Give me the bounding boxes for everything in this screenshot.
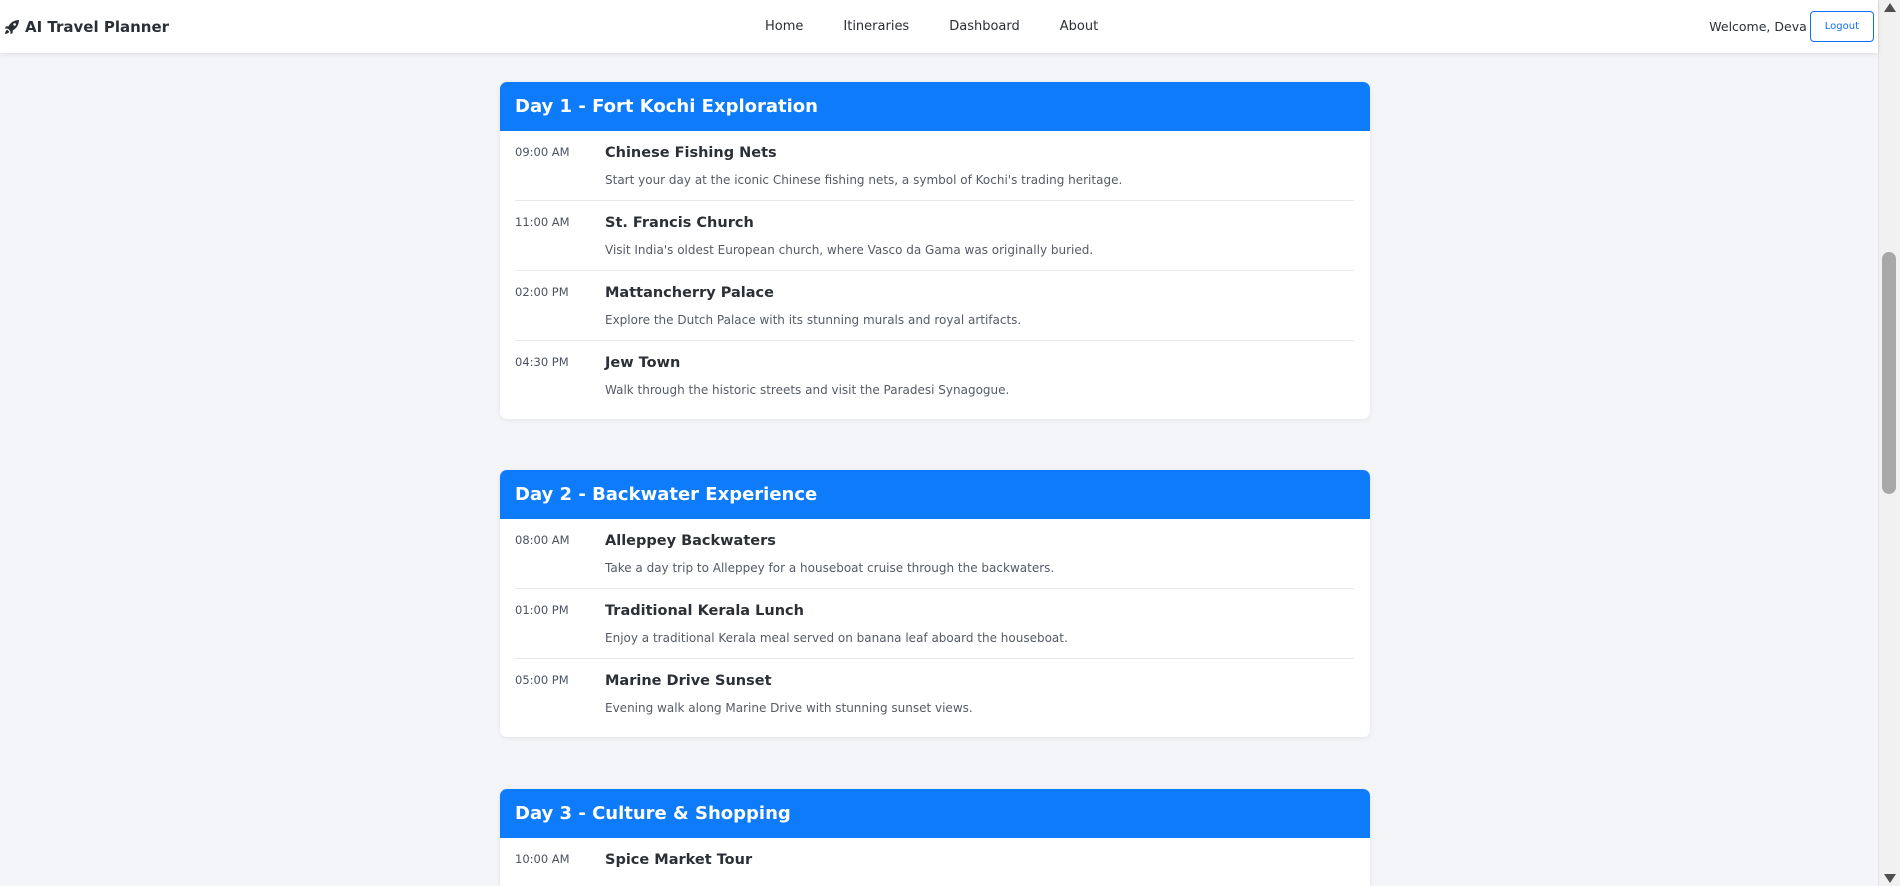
activity-description: Take a day trip to Alleppey for a houseb…	[605, 561, 1055, 575]
activity-item: 05:00 PM Marine Drive Sunset Evening wal…	[515, 659, 1354, 737]
activity-item: 01:00 PM Traditional Kerala Lunch Enjoy …	[515, 589, 1354, 659]
activity-title: Spice Market Tour	[605, 852, 753, 868]
activity-item: 10:00 AM Spice Market Tour	[515, 838, 1354, 886]
nav-dashboard[interactable]: Dashboard	[949, 19, 1020, 34]
activity-time: 08:00 AM	[515, 533, 570, 547]
activity-time: 09:00 AM	[515, 145, 570, 159]
activity-time: 01:00 PM	[515, 603, 569, 617]
nav-itineraries[interactable]: Itineraries	[843, 19, 909, 34]
scrollbar-thumb[interactable]	[1882, 252, 1896, 494]
day-card-2: Day 2 - Backwater Experience 08:00 AM Al…	[500, 470, 1370, 737]
scroll-down-arrow-icon[interactable]	[1884, 874, 1896, 883]
activity-time: 04:30 PM	[515, 355, 569, 369]
activity-item: 02:00 PM Mattancherry Palace Explore the…	[515, 271, 1354, 341]
activity-item: 04:30 PM Jew Town Walk through the histo…	[515, 341, 1354, 419]
welcome-text: Welcome, Deva	[1709, 19, 1807, 34]
activity-description: Visit India's oldest European church, wh…	[605, 243, 1094, 257]
day-title: Day 3 - Culture & Shopping	[515, 803, 791, 824]
user-area: Welcome, Deva Logout	[1709, 0, 1874, 53]
activity-title: St. Francis Church	[605, 215, 754, 231]
activity-time: 02:00 PM	[515, 285, 569, 299]
activity-title: Alleppey Backwaters	[605, 533, 776, 549]
day-card-1: Day 1 - Fort Kochi Exploration 09:00 AM …	[500, 82, 1370, 419]
activity-title: Jew Town	[605, 355, 681, 371]
scroll-up-arrow-icon[interactable]	[1884, 3, 1896, 12]
activity-description: Start your day at the iconic Chinese fis…	[605, 173, 1123, 187]
logout-button[interactable]: Logout	[1809, 11, 1874, 42]
activity-time: 11:00 AM	[515, 215, 570, 229]
activity-description: Walk through the historic streets and vi…	[605, 383, 1010, 397]
nav-about[interactable]: About	[1060, 19, 1098, 34]
day-card-3: Day 3 - Culture & Shopping 10:00 AM Spic…	[500, 789, 1370, 886]
activity-title: Marine Drive Sunset	[605, 673, 772, 689]
activity-item: 09:00 AM Chinese Fishing Nets Start your…	[515, 131, 1354, 201]
day-title: Day 2 - Backwater Experience	[515, 484, 818, 505]
brand-name: AI Travel Planner	[25, 17, 170, 36]
activity-description: Explore the Dutch Palace with its stunni…	[605, 313, 1022, 327]
day-header: Day 2 - Backwater Experience	[500, 470, 1370, 519]
activity-title: Traditional Kerala Lunch	[605, 603, 804, 619]
activity-title: Chinese Fishing Nets	[605, 145, 777, 161]
activity-item: 08:00 AM Alleppey Backwaters Take a day …	[515, 519, 1354, 589]
activity-item: 11:00 AM St. Francis Church Visit India'…	[515, 201, 1354, 271]
day-header: Day 3 - Culture & Shopping	[500, 789, 1370, 838]
page-scrollbar[interactable]	[1878, 0, 1900, 886]
day-title: Day 1 - Fort Kochi Exploration	[515, 96, 818, 117]
activity-time: 05:00 PM	[515, 673, 569, 687]
activity-description: Evening walk along Marine Drive with stu…	[605, 701, 973, 715]
nav-links: Home Itineraries Dashboard About	[765, 0, 1098, 53]
navbar: AI Travel Planner Home Itineraries Dashb…	[0, 0, 1878, 53]
nav-home[interactable]: Home	[765, 19, 803, 34]
activity-title: Mattancherry Palace	[605, 285, 774, 301]
day-header: Day 1 - Fort Kochi Exploration	[500, 82, 1370, 131]
brand[interactable]: AI Travel Planner	[4, 0, 169, 53]
activity-time: 10:00 AM	[515, 852, 570, 866]
activity-description: Enjoy a traditional Kerala meal served o…	[605, 631, 1068, 645]
rocket-icon	[4, 19, 19, 34]
